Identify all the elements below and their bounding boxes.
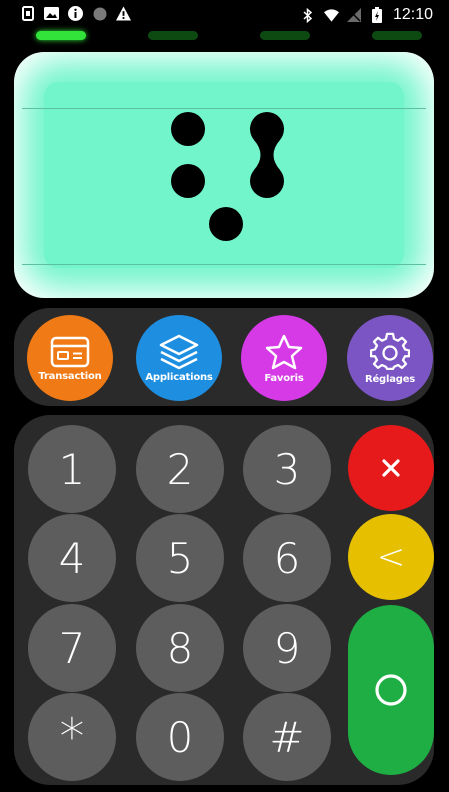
led-4 bbox=[372, 31, 422, 40]
key-1[interactable]: 1 bbox=[28, 425, 116, 513]
key-5[interactable]: 5 bbox=[136, 514, 224, 602]
led-3 bbox=[260, 31, 310, 40]
gear-icon bbox=[370, 332, 410, 370]
warning-icon bbox=[116, 6, 131, 21]
key-7[interactable]: 7 bbox=[28, 604, 116, 692]
confirm-button[interactable] bbox=[348, 605, 434, 775]
payment-terminal: 12:10 Transaction Applications Favoris R… bbox=[4, 0, 445, 792]
key-hash[interactable]: # bbox=[243, 693, 331, 781]
key-2[interactable]: 2 bbox=[136, 425, 224, 513]
favoris-button[interactable]: Favoris bbox=[241, 315, 327, 401]
key-3[interactable]: 3 bbox=[243, 425, 331, 513]
transaction-button[interactable]: Transaction bbox=[27, 315, 113, 401]
backspace-icon: < bbox=[376, 537, 406, 577]
key-9[interactable]: 9 bbox=[243, 604, 331, 692]
status-bar: 12:10 bbox=[4, 0, 445, 30]
applications-button[interactable]: Applications bbox=[136, 315, 222, 401]
image-icon bbox=[44, 6, 59, 21]
sim-icon bbox=[20, 6, 35, 21]
bluetooth-icon bbox=[301, 7, 316, 23]
system-icons: 12:10 bbox=[301, 6, 433, 24]
app-bar: Transaction Applications Favoris Réglage… bbox=[14, 308, 434, 406]
key-8[interactable]: 8 bbox=[136, 604, 224, 692]
backspace-button[interactable]: < bbox=[348, 514, 434, 600]
reglages-button[interactable]: Réglages bbox=[347, 315, 433, 401]
key-star[interactable]: * bbox=[28, 693, 116, 781]
battery-icon bbox=[370, 7, 385, 23]
card-icon bbox=[50, 336, 90, 367]
info-icon bbox=[68, 6, 83, 21]
dot-icon bbox=[92, 6, 107, 21]
clock: 12:10 bbox=[392, 6, 433, 23]
led-indicators bbox=[36, 31, 422, 41]
wifi-icon bbox=[323, 8, 339, 23]
led-2 bbox=[148, 31, 198, 40]
layers-icon bbox=[159, 334, 199, 369]
no-signal-icon bbox=[347, 8, 362, 23]
favoris-label: Favoris bbox=[264, 372, 304, 384]
keypad: 1 2 3 4 5 6 7 8 9 * 0 # < bbox=[14, 415, 434, 785]
led-1 bbox=[36, 31, 86, 40]
applications-label: Applications bbox=[145, 371, 213, 383]
display-screen bbox=[14, 52, 434, 298]
cancel-button[interactable] bbox=[348, 425, 434, 511]
brand-logo bbox=[171, 112, 284, 241]
cancel-icon bbox=[382, 459, 400, 477]
key-4[interactable]: 4 bbox=[28, 514, 116, 602]
key-0[interactable]: 0 bbox=[136, 693, 224, 781]
circle-icon bbox=[375, 674, 407, 706]
star-icon bbox=[265, 334, 303, 369]
reglages-label: Réglages bbox=[364, 373, 416, 385]
transaction-label: Transaction bbox=[38, 370, 102, 382]
notification-icons bbox=[20, 6, 131, 21]
key-6[interactable]: 6 bbox=[243, 514, 331, 602]
